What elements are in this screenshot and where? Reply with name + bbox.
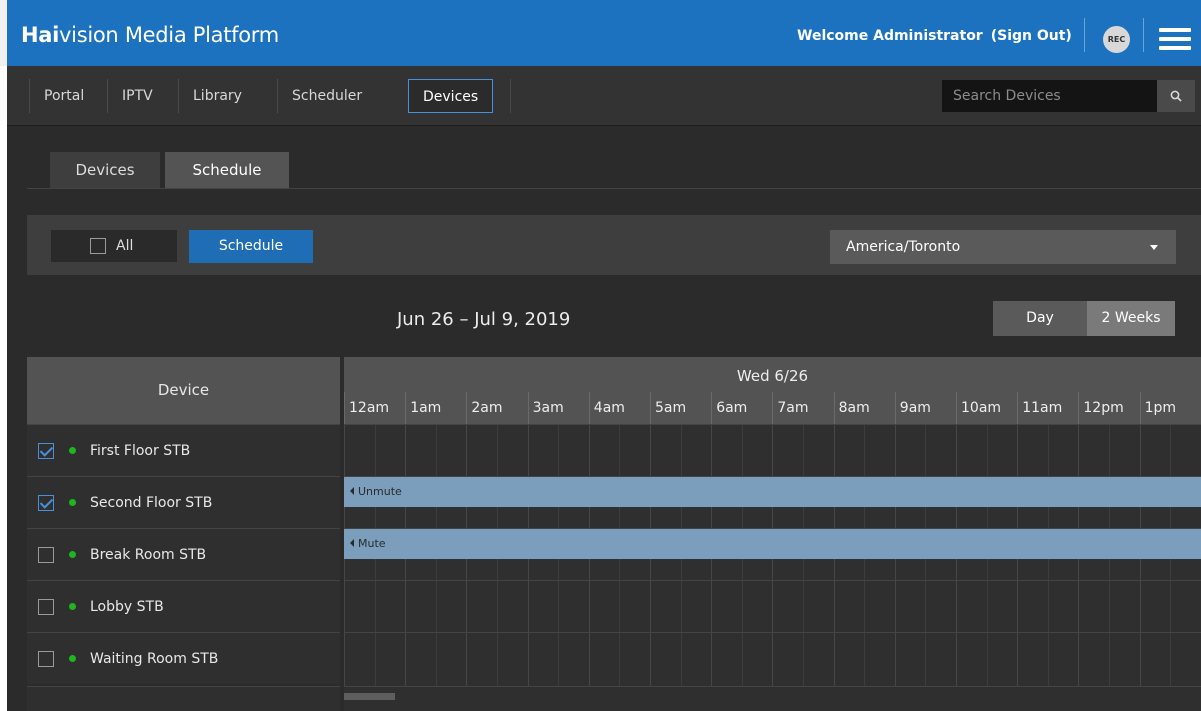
tab-devices[interactable]: Devices <box>50 152 160 188</box>
device-checkbox[interactable] <box>38 442 54 459</box>
device-checkbox[interactable] <box>38 494 54 511</box>
schedule-event-bar[interactable]: Unmute <box>344 477 1201 507</box>
timeline-header: Wed 6/26 12am 1am 2am 3am 4am 5am 6am 7am 8am 9am… <box>344 357 1201 424</box>
timeline-grid: Unmute Mute <box>344 424 1201 686</box>
timeline-row[interactable] <box>344 632 1201 684</box>
select-all-checkbox[interactable]: All <box>51 230 177 262</box>
header-divider <box>1084 18 1085 52</box>
chevron-down-icon <box>1150 245 1158 250</box>
timeline-hour-label: 3am <box>527 392 589 424</box>
rec-icon[interactable]: REC <box>1103 26 1130 53</box>
nav-item-scheduler[interactable]: Scheduler <box>277 79 376 113</box>
device-name: Lobby STB <box>90 598 164 615</box>
two-weeks-view-button[interactable]: 2 Weeks <box>1087 301 1175 336</box>
timeline-hour-label: 1am <box>405 392 466 424</box>
device-row[interactable]: First Floor STB <box>27 424 340 476</box>
timeline-hour-label: 10am <box>956 392 1017 424</box>
nav-divider <box>510 79 511 113</box>
status-online-icon <box>69 447 76 454</box>
device-name: Break Room STB <box>90 546 207 563</box>
nav-item-portal[interactable]: Portal <box>29 79 98 113</box>
search-input[interactable]: Search Devices <box>942 80 1162 112</box>
status-online-icon <box>69 655 76 662</box>
timeline-date: Wed 6/26 <box>736 367 809 385</box>
welcome-label: Welcome Administrator <box>797 28 983 44</box>
tab-divider <box>27 188 1201 189</box>
timeline-row[interactable] <box>344 424 1201 476</box>
main-nav: Portal IPTV Library Scheduler Devices Se… <box>7 66 1201 126</box>
search-icon <box>1170 90 1182 102</box>
timeline-hour-label: 1pm <box>1139 392 1201 424</box>
timezone-select[interactable]: America/Toronto <box>830 230 1176 264</box>
status-online-icon <box>69 551 76 558</box>
device-row[interactable]: Break Room STB <box>27 528 340 580</box>
nav-item-devices[interactable]: Devices <box>408 79 494 113</box>
scrollbar-thumb[interactable] <box>344 693 395 700</box>
app-body: Portal IPTV Library Scheduler Devices Se… <box>7 66 1201 711</box>
timeline-hour-label: 8am <box>833 392 895 424</box>
status-online-icon <box>69 603 76 610</box>
timeline-scrollbar[interactable] <box>344 686 1201 711</box>
event-label: Mute <box>358 537 386 550</box>
timeline-hour-label: 12am <box>344 392 405 424</box>
caret-left-icon <box>350 539 354 547</box>
search-button[interactable] <box>1157 80 1195 112</box>
device-checkbox[interactable] <box>38 546 54 563</box>
timeline-hour-label: 11am <box>1017 392 1078 424</box>
schedule-toolbar: All Schedule America/Toronto <box>27 215 1201 275</box>
event-label: Unmute <box>358 485 402 498</box>
nav-item-iptv[interactable]: IPTV <box>107 79 167 113</box>
hamburger-menu-icon[interactable] <box>1159 26 1191 52</box>
schedule-event-bar[interactable]: Mute <box>344 529 1201 559</box>
timeline-hour-label: 5am <box>650 392 711 424</box>
device-checkbox[interactable] <box>38 598 54 615</box>
app-header: Haivision Media Platform Welcome Adminis… <box>0 0 1201 66</box>
select-all-label: All <box>116 238 134 254</box>
device-table-footer <box>27 686 340 711</box>
device-name: Waiting Room STB <box>90 650 219 667</box>
timeline-hour-label: 7am <box>772 392 833 424</box>
device-name: Second Floor STB <box>90 494 213 511</box>
sign-out-link[interactable]: (Sign Out) <box>991 28 1072 44</box>
timezone-value: America/Toronto <box>846 239 961 255</box>
timeline-hour-label: 6am <box>711 392 772 424</box>
schedule-button[interactable]: Schedule <box>189 230 313 263</box>
welcome-text: Welcome Administrator (Sign Out) <box>797 28 1072 44</box>
device-name: First Floor STB <box>90 442 191 459</box>
header-divider <box>1143 18 1144 52</box>
caret-left-icon <box>350 487 354 495</box>
schedule-timeline[interactable]: Wed 6/26 12am 1am 2am 3am 4am 5am 6am 7am 8am 9am… <box>344 357 1201 711</box>
device-checkbox[interactable] <box>38 650 54 667</box>
date-range-label: Jun 26 – Jul 9, 2019 <box>397 309 571 330</box>
day-view-button[interactable]: Day <box>993 301 1087 336</box>
status-online-icon <box>69 499 76 506</box>
timeline-hour-label: 2am <box>466 392 527 424</box>
device-column-header: Device <box>27 357 340 424</box>
device-row[interactable]: Waiting Room STB <box>27 632 340 684</box>
timeline-hour-label: 9am <box>894 392 956 424</box>
nav-item-library[interactable]: Library <box>178 79 256 113</box>
app-logo[interactable]: Haivision Media Platform <box>21 23 279 47</box>
timeline-hour-label: 12pm <box>1078 392 1139 424</box>
checkbox-icon <box>90 238 106 254</box>
tab-schedule[interactable]: Schedule <box>165 152 289 188</box>
device-row[interactable]: Second Floor STB <box>27 476 340 528</box>
timeline-hour-label: 4am <box>588 392 650 424</box>
timeline-row[interactable] <box>344 580 1201 632</box>
device-row[interactable]: Lobby STB <box>27 580 340 632</box>
